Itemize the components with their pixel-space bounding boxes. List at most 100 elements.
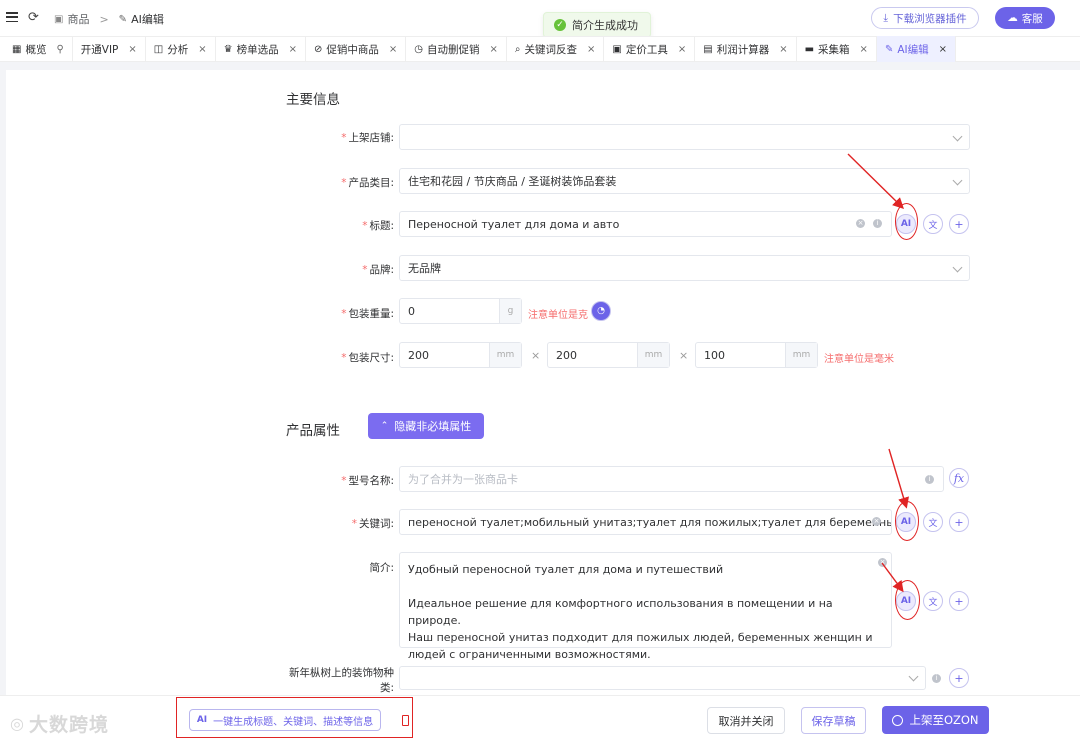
success-toast: ✓ 简介生成成功	[543, 12, 651, 38]
weight-input[interactable]: 0 g	[399, 298, 522, 324]
add-title-button[interactable]: +	[949, 214, 969, 234]
tab-keyword-lookup[interactable]: ⌕ 关键词反查 ×	[507, 36, 605, 62]
model-placeholder: 为了合并为一张商品卡	[408, 473, 518, 486]
length-input[interactable]: 200 mm	[399, 342, 522, 368]
intro-line: Идеальное решение для комфортного исполь…	[408, 597, 833, 627]
one-click-generate-button[interactable]: AI 一键生成标题、关键词、描述等信息	[189, 709, 381, 731]
pin-icon[interactable]: ⚲	[56, 44, 63, 55]
height-value: 100	[704, 348, 725, 362]
box-icon: ▬	[804, 43, 815, 55]
tab-pricing[interactable]: ▣ 定价工具 ×	[604, 36, 696, 62]
store-select[interactable]	[399, 124, 970, 150]
times-sign: ×	[679, 349, 689, 362]
brand-label: * 品牌:	[362, 264, 394, 276]
model-input[interactable]: 为了合并为一张商品卡	[399, 466, 944, 492]
close-icon[interactable]: ×	[490, 44, 498, 55]
hide-optional-attributes-button[interactable]: ⌃ 隐藏非必填属性	[368, 413, 484, 439]
tab-bar: ▦ 概览 ⚲ 开通VIP × ◫ 分析 × ♛ 榜单选品 × ⊘ 促销中商品 ×…	[0, 36, 1080, 62]
weight-helper-button[interactable]: ◔	[591, 301, 611, 321]
tab-collection-box[interactable]: ▬ 采集箱 ×	[797, 36, 877, 62]
category-select[interactable]: 住宅和花园 / 节庆商品 / 圣诞树装饰品套装	[399, 168, 970, 194]
refresh-icon[interactable]: ⟳	[28, 10, 39, 25]
tab-label: 概览	[25, 43, 47, 56]
add-intro-button[interactable]: +	[949, 591, 969, 611]
title-input[interactable]: Переносной туалет для дома и авто	[399, 211, 892, 237]
formula-button[interactable]: fx	[949, 468, 969, 488]
translate-title-button[interactable]: 文	[923, 214, 943, 234]
function-icon: fx	[953, 471, 965, 485]
download-icon: ⤓	[883, 11, 889, 24]
download-plugin-button[interactable]: ⤓ 下载浏览器插件	[871, 7, 979, 29]
tab-label: 关键词反查	[524, 43, 578, 56]
publish-ozon-button[interactable]: 上架至OZON	[882, 706, 989, 734]
close-icon[interactable]: ×	[389, 44, 397, 55]
length-value: 200	[408, 348, 429, 362]
tab-promo[interactable]: ⊘ 促销中商品 ×	[306, 36, 407, 62]
tab-label: 自动删促销	[427, 43, 480, 56]
clear-icon[interactable]: ×	[856, 219, 865, 228]
decoration-type-select[interactable]	[399, 666, 926, 690]
cancel-close-button[interactable]: 取消并关闭	[707, 707, 785, 734]
close-icon[interactable]: ×	[128, 44, 136, 55]
logo-text: 大数跨境	[28, 714, 109, 736]
customer-service-button[interactable]: ☁ 客服	[995, 7, 1055, 29]
breadcrumb-goods[interactable]: 商品	[67, 11, 89, 27]
weight-value: 0	[408, 304, 415, 318]
close-icon[interactable]: ×	[289, 44, 297, 55]
translate-icon: 文	[928, 220, 938, 231]
keywords-input[interactable]: переносной туалет;мобильный унитаз;туале…	[399, 509, 892, 535]
breadcrumb-ai-edit: AI编辑	[131, 13, 164, 26]
plus-icon: +	[954, 217, 964, 231]
tab-vip[interactable]: 开通VIP ×	[73, 36, 146, 62]
height-input[interactable]: 100 mm	[695, 342, 818, 368]
tab-profit-calculator[interactable]: ▤ 利润计算器 ×	[695, 36, 797, 62]
times-sign: ×	[531, 349, 541, 362]
close-icon[interactable]: ×	[939, 44, 947, 55]
tab-ai-edit[interactable]: ✎ AI编辑 ×	[876, 36, 956, 62]
translate-icon: 文	[928, 597, 938, 608]
title-label: * 标题:	[362, 220, 394, 232]
translate-intro-button[interactable]: 文	[923, 591, 943, 611]
brand-select[interactable]: 无品牌	[399, 255, 970, 281]
ranking-icon: ♛	[223, 43, 233, 55]
menu-icon[interactable]	[6, 11, 18, 23]
save-draft-button[interactable]: 保存草稿	[801, 707, 866, 734]
close-icon[interactable]: ×	[860, 44, 868, 55]
clear-icon[interactable]: ×	[872, 517, 881, 526]
publish-ozon-label: 上架至OZON	[909, 713, 979, 727]
clear-icon[interactable]: ×	[878, 558, 887, 567]
close-icon[interactable]: ×	[678, 44, 686, 55]
tab-label: 利润计算器	[716, 43, 770, 56]
tab-ranking[interactable]: ♛ 榜单选品 ×	[216, 36, 306, 62]
translate-keywords-button[interactable]: 文	[923, 512, 943, 532]
brand-logo: ◎ 大数跨境	[10, 710, 109, 737]
tab-label: AI编辑	[897, 43, 929, 56]
close-icon[interactable]: ×	[587, 44, 595, 55]
intro-textarea[interactable]: Удобный переносной туалет для дома и пут…	[399, 552, 892, 661]
edit-icon: ✎	[884, 43, 894, 55]
toast-message: 简介生成成功	[572, 19, 638, 32]
edit-icon: ✎	[118, 13, 128, 25]
tab-label: 采集箱	[818, 43, 850, 56]
width-value: 200	[556, 348, 577, 362]
tab-label: 促销中商品	[326, 43, 379, 56]
tab-overview[interactable]: ▦ 概览 ⚲	[4, 36, 73, 62]
tab-auto-delete[interactable]: ◷ 自动删促销 ×	[406, 36, 507, 62]
plus-icon: +	[954, 671, 964, 685]
section-title-main-info: 主要信息	[286, 92, 340, 108]
info-icon: i	[925, 475, 934, 484]
tab-label: 榜单选品	[236, 43, 279, 56]
add-decoration-button[interactable]: +	[949, 668, 969, 688]
close-icon[interactable]: ×	[779, 44, 787, 55]
close-icon[interactable]: ×	[198, 44, 206, 55]
keywords-value: переносной туалет;мобильный унитаз;туале…	[408, 515, 892, 529]
add-keywords-button[interactable]: +	[949, 512, 969, 532]
tab-analysis[interactable]: ◫ 分析 ×	[146, 36, 216, 62]
title-value: Переносной туалет для дома и авто	[408, 217, 620, 231]
tab-label: 分析	[167, 43, 189, 56]
plus-icon: +	[954, 594, 964, 608]
goods-icon: ▣	[54, 13, 64, 25]
width-input[interactable]: 200 mm	[547, 342, 670, 368]
chevron-down-icon	[952, 175, 963, 186]
analysis-icon: ◫	[153, 43, 164, 55]
